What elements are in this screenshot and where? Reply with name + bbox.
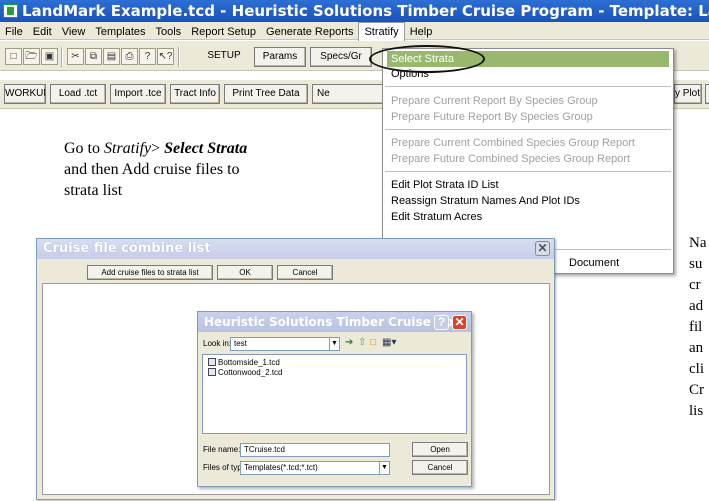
new-folder-icon[interactable]: □: [370, 337, 376, 349]
toolbar-separator: [178, 47, 180, 67]
menu-stratify[interactable]: Stratify: [358, 22, 405, 41]
new-file-icon[interactable]: □: [5, 48, 22, 65]
setup-label: SETUP: [207, 50, 241, 61]
import-tce-button[interactable]: Import .tce: [110, 84, 166, 104]
list-item[interactable]: Cottonwood_2.tcd: [208, 368, 283, 378]
menu-templates[interactable]: Templates: [90, 23, 150, 41]
ok-button[interactable]: OK: [217, 265, 273, 280]
menu-separator: [385, 129, 671, 130]
menu-file[interactable]: File: [0, 23, 28, 41]
open-file-dialog: Heuristic Solutions Timber Cruise Do... …: [197, 311, 472, 487]
side-text-line: su: [689, 256, 703, 272]
menu-generate-reports[interactable]: Generate Reports: [261, 23, 358, 41]
menu-item-reassign-stratum[interactable]: Reassign Stratum Names And Plot IDs: [387, 193, 580, 209]
instruction-line3: strata list: [64, 182, 123, 199]
menu-report-setup[interactable]: Report Setup: [186, 23, 261, 41]
file-name-label: File name:: [203, 445, 241, 454]
side-text-line: cli: [689, 361, 704, 377]
menu-item-prep-current-combined[interactable]: Prepare Current Combined Species Group R…: [387, 135, 635, 151]
instruction-text: Go to Stratify> Select Strata and then A…: [64, 138, 324, 201]
print-icon[interactable]: ⎙: [121, 48, 138, 65]
close-icon[interactable]: ✕: [452, 315, 467, 330]
open-dialog-title: Heuristic Solutions Timber Cruise Do...: [198, 312, 471, 332]
file-name: Cottonwood_2.tcd: [218, 368, 283, 377]
back-icon[interactable]: ➔: [345, 337, 353, 349]
up-folder-icon[interactable]: ⇧: [358, 337, 366, 349]
tract-info-button[interactable]: Tract Info: [170, 84, 220, 104]
combine-dialog-title: Cruise file combine list: [37, 239, 554, 259]
menu-tools[interactable]: Tools: [151, 23, 187, 41]
list-item[interactable]: Bottomside_1.tcd: [208, 358, 280, 368]
menu-item-edit-stratum-acres[interactable]: Edit Stratum Acres: [387, 209, 482, 225]
side-text-line: Cr: [689, 382, 704, 398]
side-text-line: cr: [689, 277, 701, 293]
instruction-prefix: Go to: [64, 140, 104, 157]
file-name-input[interactable]: TCruise.tcd: [240, 443, 390, 457]
cut-icon[interactable]: ✂: [67, 48, 84, 65]
save-icon[interactable]: ▣: [41, 48, 58, 65]
context-help-icon[interactable]: ↖?: [157, 48, 174, 65]
menu-view[interactable]: View: [57, 23, 91, 41]
menu-item-prep-future-species[interactable]: Prepare Future Report By Species Group: [387, 109, 593, 125]
instruction-line2: and then Add cruise files to: [64, 161, 240, 178]
copy-icon[interactable]: ⧉: [85, 48, 102, 65]
toolbar-separator: [61, 47, 63, 67]
menu-separator: [385, 86, 671, 87]
instruction-menu: Stratify: [104, 140, 152, 157]
open-folder-icon[interactable]: 🗁: [23, 48, 40, 65]
chevron-down-icon[interactable]: ▼: [329, 337, 340, 351]
menubar: File Edit View Templates Tools Report Setup Ge…: [0, 22, 709, 41]
side-instruction-text: Na su cr ad fil an cli Cr lis: [689, 233, 709, 422]
file-icon: [208, 358, 216, 366]
file-type-select[interactable]: Templates(*.tcd;*.tct): [240, 461, 390, 475]
toolbar-button-partial[interactable]: [705, 84, 709, 104]
close-icon[interactable]: ✕: [535, 241, 550, 256]
look-in-select[interactable]: test: [230, 337, 340, 351]
help-icon[interactable]: ?: [434, 315, 449, 330]
side-text-line: an: [689, 340, 704, 356]
specs-button[interactable]: Specs/Gr: [310, 47, 372, 67]
app-icon: [3, 4, 18, 18]
look-in-label: Look in:: [203, 339, 232, 348]
params-button[interactable]: Params: [254, 47, 306, 67]
menu-separator: [385, 171, 671, 172]
load-tct-button[interactable]: Load .tct: [50, 84, 106, 104]
menu-item-prep-future-combined[interactable]: Prepare Future Combined Species Group Re…: [387, 151, 630, 167]
side-text-line: ad: [689, 298, 704, 314]
menu-item-prep-current-species[interactable]: Prepare Current Report By Species Group: [387, 93, 598, 109]
menu-item-document[interactable]: Document: [565, 255, 619, 271]
open-button[interactable]: Open: [412, 442, 468, 457]
cancel-button[interactable]: Cancel: [277, 265, 333, 280]
side-text-line: Na: [689, 235, 707, 251]
side-text-line: fil: [689, 319, 703, 335]
next-button[interactable]: Ne: [312, 84, 384, 104]
help-icon[interactable]: ?: [139, 48, 156, 65]
window-title: LandMark Example.tcd - Heuristic Solutio…: [0, 0, 709, 22]
side-text-line: lis: [689, 403, 704, 419]
view-menu-icon[interactable]: ▦▾: [382, 337, 396, 349]
file-icon: [208, 368, 216, 376]
add-cruise-files-button[interactable]: Add cruise files to strata list: [87, 265, 213, 280]
menu-item-edit-plot-strata[interactable]: Edit Plot Strata ID List: [387, 177, 499, 193]
paste-icon[interactable]: ▤: [103, 48, 120, 65]
menu-help[interactable]: Help: [405, 23, 438, 41]
file-name: Bottomside_1.tcd: [218, 358, 280, 367]
by-plot-button[interactable]: y Plot: [674, 84, 702, 104]
highlight-circle: [369, 45, 485, 73]
file-list: Bottomside_1.tcd Cottonwood_2.tcd: [202, 354, 467, 434]
instruction-item: Select Strata: [164, 140, 248, 157]
workup-label: WORKUP: [4, 84, 46, 104]
cancel-button[interactable]: Cancel: [412, 460, 468, 475]
print-tree-data-button[interactable]: Print Tree Data: [224, 84, 308, 104]
menu-edit[interactable]: Edit: [28, 23, 57, 41]
instruction-separator: >: [151, 140, 165, 157]
chevron-down-icon[interactable]: ▼: [379, 461, 390, 475]
